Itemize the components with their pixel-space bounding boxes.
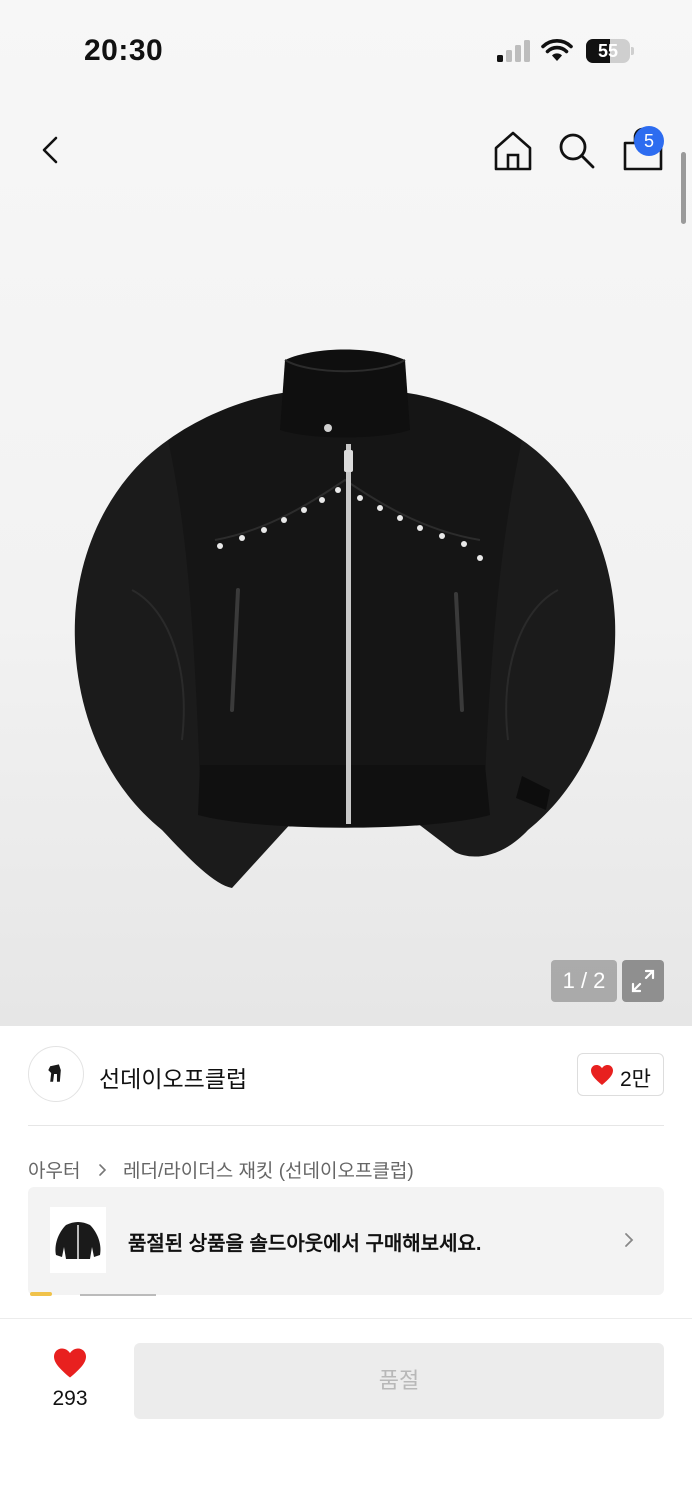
review-link-partial: [80, 1294, 156, 1296]
brand-like-button[interactable]: 2만: [577, 1053, 664, 1096]
like-count: 293: [52, 1387, 88, 1410]
chevron-left-icon[interactable]: [28, 128, 72, 172]
expand-icon[interactable]: [622, 960, 664, 1002]
product-image[interactable]: [70, 340, 620, 900]
chevron-right-icon: [625, 1233, 634, 1247]
divider: [28, 1125, 664, 1126]
bottom-action-bar: 293 품절: [0, 1318, 692, 1500]
top-navigation: [0, 110, 692, 190]
brand-row[interactable]: 선데이오프클럽 2만: [0, 1040, 692, 1112]
heart-icon: [591, 1065, 613, 1085]
battery-indicator: 55: [586, 39, 634, 63]
product-gallery[interactable]: 20:30 55 5 1 / 2: [0, 0, 692, 1026]
status-time: 20:30: [84, 34, 164, 67]
wifi-icon: [541, 39, 573, 61]
brand-like-count: 2만: [620, 1068, 651, 1091]
rating-stars-partial: [30, 1292, 52, 1296]
soldout-button[interactable]: 품절: [134, 1343, 664, 1419]
cart-count-badge: 5: [634, 126, 664, 156]
breadcrumb: 아우터 레더/라이더스 재킷 (선데이오프클럽): [28, 1156, 414, 1184]
soldout-banner[interactable]: 품절된 상품을 솔드아웃에서 구매해보세요.: [28, 1187, 664, 1295]
brand-logo[interactable]: [28, 1046, 84, 1102]
cellular-signal-icon: [497, 40, 530, 62]
image-page-counter: 1 / 2: [551, 960, 617, 1002]
heart-icon: [54, 1348, 86, 1378]
like-button[interactable]: 293: [28, 1347, 114, 1423]
scrollbar[interactable]: [681, 152, 686, 224]
home-icon[interactable]: [490, 128, 536, 174]
banner-thumbnail: [50, 1207, 106, 1273]
search-icon[interactable]: [554, 128, 598, 172]
brand-name[interactable]: 선데이오프클럽: [99, 1060, 247, 1094]
chevron-right-icon: [98, 1163, 106, 1176]
status-bar: 20:30 55: [0, 0, 692, 100]
soldout-banner-text: 품절된 상품을 솔드아웃에서 구매해보세요.: [128, 1233, 482, 1255]
breadcrumb-category[interactable]: 아우터: [28, 1156, 80, 1183]
breadcrumb-subcategory[interactable]: 레더/라이더스 재킷 (선데이오프클럽): [123, 1156, 414, 1183]
